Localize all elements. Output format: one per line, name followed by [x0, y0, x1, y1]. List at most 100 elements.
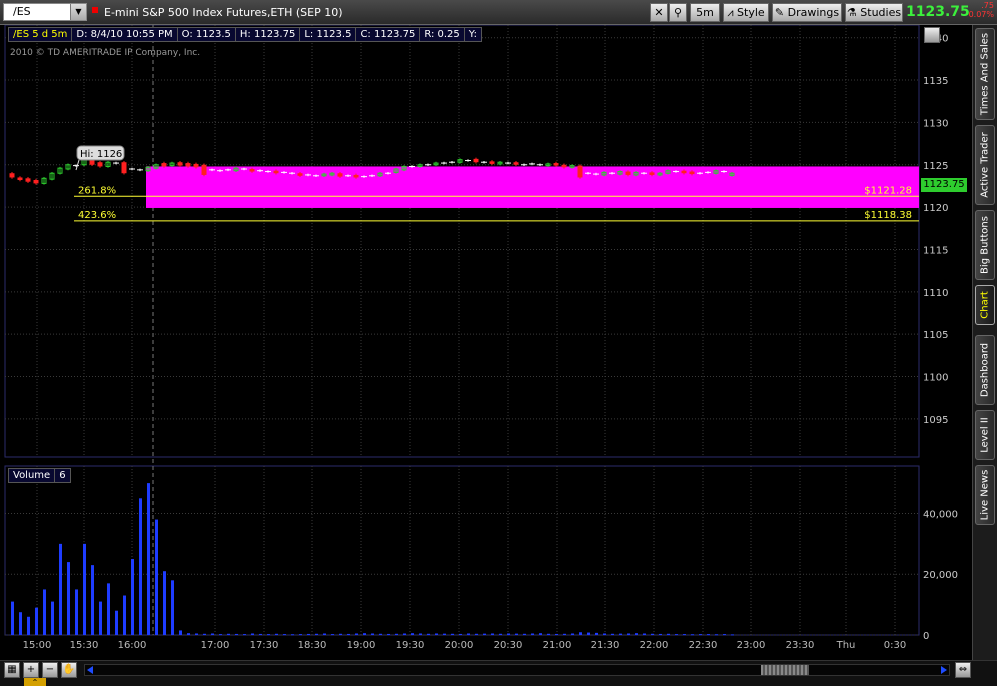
zoom-in-icon[interactable]: + — [23, 662, 39, 678]
symbol-dropdown-icon[interactable]: ▼ — [70, 4, 86, 20]
tab-label: Level II — [979, 417, 991, 453]
volume-bar — [307, 633, 310, 635]
volume-bar — [259, 633, 262, 635]
volume-bar — [563, 633, 566, 635]
volume-bar — [171, 580, 174, 635]
pan-hand-icon[interactable]: ✋ — [61, 662, 77, 678]
volume-bar — [315, 633, 318, 635]
volume-bar — [483, 633, 486, 635]
volume-bar — [227, 633, 230, 635]
volume-bar — [211, 633, 214, 635]
volume-bar — [515, 633, 518, 635]
volume-bar — [27, 616, 30, 635]
candle-body — [513, 162, 519, 165]
candle-body — [561, 164, 567, 168]
time-axis-label: 22:30 — [689, 640, 718, 651]
candle-body — [273, 170, 279, 174]
tab-big-buttons[interactable]: Big Buttons — [975, 210, 995, 280]
volume-bar — [115, 610, 118, 635]
candle-body — [161, 163, 167, 167]
volume-bar — [187, 633, 190, 635]
scrollbar-thumb[interactable] — [761, 665, 809, 675]
hi-bubble-label: Hi: 1126 — [80, 149, 122, 160]
volume-bar — [299, 634, 302, 636]
grid-layout-icon[interactable]: ▦ — [4, 662, 20, 678]
volume-bar — [387, 633, 390, 635]
side-tab-bar: Times And Sales Active Trader Big Button… — [972, 25, 997, 660]
tab-chart[interactable]: Chart — [975, 285, 995, 325]
volume-bar — [107, 583, 110, 635]
bar-open: O: 1123.5 — [177, 27, 236, 42]
candle-body — [97, 162, 103, 167]
symbol-input[interactable]: /ES ▼ — [3, 3, 87, 21]
time-scrollbar[interactable] — [84, 664, 950, 676]
candle-body — [649, 172, 655, 175]
volume-bar — [595, 632, 598, 635]
studies-button[interactable]: ⚗ Studies — [845, 3, 903, 22]
time-axis-label: 19:00 — [347, 640, 376, 651]
candle-body — [337, 173, 343, 177]
drawings-button[interactable]: ✎ Drawings — [772, 3, 842, 22]
bar-high: H: 1123.75 — [235, 27, 301, 42]
volume-bar — [619, 633, 622, 635]
chart-title[interactable]: /ES 5 d 5m — [8, 27, 73, 42]
candle-body — [121, 162, 127, 174]
chart-settings-icon[interactable] — [924, 27, 940, 43]
candle-body — [489, 161, 495, 164]
volume-bar — [411, 633, 414, 635]
volume-bar — [491, 633, 494, 635]
candle-body — [353, 174, 359, 178]
style-icon: ⩘ — [727, 6, 734, 19]
tab-live-news[interactable]: Live News — [975, 465, 995, 525]
candle-body — [689, 171, 695, 175]
volume-axis-label: 40,000 — [923, 509, 958, 520]
volume-axis-label: 20,000 — [923, 570, 958, 581]
time-axis-label: 22:00 — [640, 640, 669, 651]
scroll-right-icon[interactable] — [941, 666, 947, 674]
time-axis-label: 19:30 — [396, 640, 425, 651]
volume-bar — [83, 543, 86, 635]
candle-body — [553, 163, 559, 166]
candle-body — [193, 163, 199, 168]
volume-bar — [571, 633, 574, 635]
last-price: 1123.75 — [906, 4, 970, 20]
tools-icon[interactable]: ✕ — [650, 3, 668, 22]
volume-bar — [363, 633, 366, 635]
tab-dashboard[interactable]: Dashboard — [975, 335, 995, 405]
volume-bar — [659, 633, 662, 635]
tab-active-trader[interactable]: Active Trader — [975, 125, 995, 205]
scroll-left-icon[interactable] — [87, 666, 93, 674]
candle-body — [249, 169, 255, 172]
fib-price-label: $1121.28 — [864, 185, 912, 196]
volume-bar — [91, 565, 94, 635]
volume-bar — [691, 634, 694, 636]
volume-bar — [347, 633, 350, 635]
volume-bar — [731, 634, 734, 636]
tab-times-and-sales[interactable]: Times And Sales — [975, 28, 995, 120]
candle-body — [473, 158, 479, 163]
candle-body — [17, 177, 23, 181]
expand-width-icon[interactable]: ⇔ — [955, 662, 971, 678]
tab-level-ii[interactable]: Level II — [975, 410, 995, 460]
studies-icon: ⚗ — [846, 6, 857, 19]
volume-bar — [603, 633, 606, 635]
timeframe-button[interactable]: 5m — [690, 3, 720, 22]
link-icon[interactable]: ⚲ — [669, 3, 687, 22]
volume-bar — [403, 633, 406, 635]
price-axis-label: 1115 — [923, 245, 948, 256]
fib-percent-label: 423.6% — [78, 210, 116, 221]
tab-label: Dashboard — [979, 342, 991, 398]
volume-bar — [531, 633, 534, 635]
volume-bar — [331, 634, 334, 636]
symbol-description: E-mini S&P 500 Index Futures,ETH (SEP 10… — [104, 6, 343, 19]
style-button[interactable]: ⩘ Style — [723, 3, 769, 22]
volume-bar — [379, 633, 382, 635]
price-chart[interactable]: 15:00 15:30 16:00 17:00 17:30 18:30 19:00 19:30… — [0, 25, 972, 660]
expand-panel-icon[interactable]: ⌃ — [24, 678, 46, 686]
volume-bar — [283, 634, 286, 636]
zoom-out-icon[interactable]: − — [42, 662, 58, 678]
volume-bar — [651, 633, 654, 635]
volume-label: Volume — [8, 468, 56, 483]
volume-bar — [611, 633, 614, 635]
price-axis-label: 1095 — [923, 415, 948, 426]
